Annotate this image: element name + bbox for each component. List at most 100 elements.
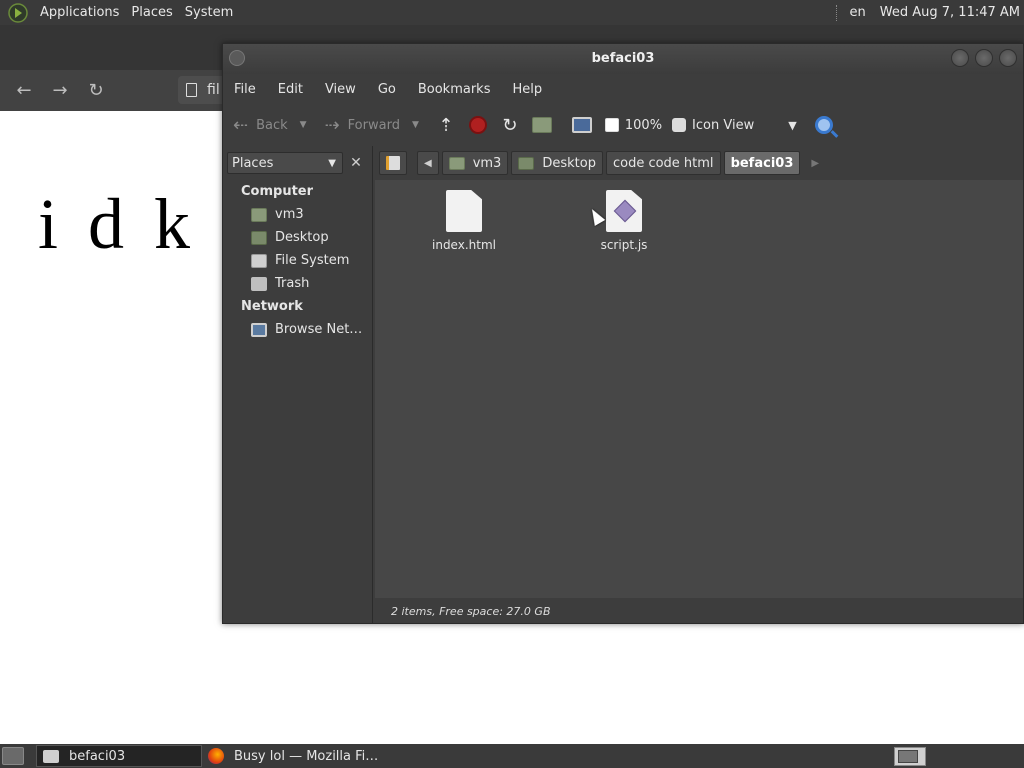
- show-desktop-icon[interactable]: [2, 747, 24, 765]
- location-bar: ◀ vm3 Desktop code code html befaci03 ▶: [379, 150, 1019, 176]
- menu-file[interactable]: File: [223, 82, 267, 97]
- breadcrumb-label: Desktop: [542, 155, 596, 171]
- window-menu-icon[interactable]: [229, 50, 245, 66]
- back-label: Back: [256, 117, 288, 133]
- taskbar-item-firefox[interactable]: Busy lol — Mozilla Fi…: [202, 745, 384, 767]
- close-button[interactable]: [999, 49, 1017, 67]
- sidebar-item-vm3[interactable]: vm3: [251, 207, 304, 222]
- home-folder-icon: [251, 207, 267, 222]
- file-manager-window: befaci03 File Edit View Go Bookmarks Hel…: [222, 43, 1024, 624]
- home-folder-icon: [448, 156, 465, 170]
- zoom-icon: [604, 118, 619, 132]
- sidebar-item-browse-network[interactable]: Browse Net…: [251, 322, 362, 337]
- sidebar-item-label: Desktop: [275, 230, 329, 245]
- search-icon: [814, 116, 833, 134]
- top-panel: Applications Places System en Wed Aug 7,…: [0, 0, 1024, 25]
- menu-places[interactable]: Places: [125, 0, 178, 25]
- reload-icon: ↻: [502, 114, 518, 136]
- breadcrumb-label: code code html: [612, 155, 714, 171]
- back-button[interactable]: ⇠ Back ▼: [233, 115, 307, 136]
- desktop-folder-icon: [518, 156, 535, 170]
- close-sidebar-icon[interactable]: ✕: [345, 152, 367, 174]
- sidebar-item-file-system[interactable]: File System: [251, 253, 349, 268]
- sidebar-type-combo[interactable]: Places ▼: [227, 152, 343, 174]
- reload-button[interactable]: ↻: [499, 114, 521, 136]
- home-button[interactable]: [531, 114, 553, 136]
- breadcrumb-code-code-html[interactable]: code code html: [605, 151, 721, 175]
- minimize-button[interactable]: [951, 49, 969, 67]
- forward-arrow-icon: ⇢: [324, 114, 340, 136]
- menu-go[interactable]: Go: [367, 82, 407, 97]
- up-button[interactable]: ⇡: [435, 114, 457, 136]
- stop-icon: [468, 116, 487, 134]
- sidebar-item-desktop[interactable]: Desktop: [251, 230, 329, 245]
- browser-url-text: fil: [207, 82, 220, 98]
- zoom-control[interactable]: 100%: [604, 118, 662, 133]
- sidebar-item-label: File System: [275, 253, 350, 268]
- forward-history-dropdown-icon[interactable]: ▼: [412, 120, 419, 130]
- home-folder-icon: [531, 117, 552, 133]
- up-arrow-icon: ⇡: [438, 114, 454, 136]
- file-name: index.html: [432, 238, 496, 252]
- maximize-button[interactable]: [975, 49, 993, 67]
- keyboard-layout-indicator[interactable]: en: [850, 5, 866, 20]
- javascript-file-icon: [606, 190, 642, 232]
- breadcrumb-label: vm3: [472, 155, 502, 171]
- distro-logo-icon[interactable]: [8, 2, 28, 23]
- menu-view[interactable]: View: [314, 82, 367, 97]
- file-item-script-js[interactable]: script.js: [574, 190, 674, 252]
- chevron-left-icon: ◀: [424, 157, 432, 169]
- trash-icon: [251, 276, 267, 291]
- search-button[interactable]: [813, 114, 835, 136]
- menu-system[interactable]: System: [179, 0, 239, 25]
- taskbar-item-befaci03[interactable]: befaci03: [36, 745, 202, 767]
- browser-back-icon[interactable]: ←: [6, 80, 42, 101]
- firefox-icon: [208, 748, 224, 764]
- edit-path-icon: [386, 156, 400, 170]
- taskbar-item-label: Busy lol — Mozilla Fi…: [234, 748, 379, 764]
- sidebar: Places ▼ ✕ Computer vm3 Desktop File Sys…: [223, 146, 373, 623]
- network-icon: [251, 322, 267, 337]
- sidebar-item-label: Browse Net…: [275, 322, 363, 337]
- panel-clock[interactable]: Wed Aug 7, 11:47 AM: [880, 5, 1020, 20]
- breadcrumb-befaci03[interactable]: befaci03: [723, 151, 801, 175]
- panel-separator: [835, 4, 838, 21]
- menu-applications[interactable]: Applications: [34, 0, 125, 25]
- toggle-location-entry-button[interactable]: [379, 151, 407, 175]
- back-history-dropdown-icon[interactable]: ▼: [300, 120, 307, 130]
- browser-forward-icon[interactable]: →: [42, 80, 78, 101]
- menu-bookmarks[interactable]: Bookmarks: [407, 82, 502, 97]
- sidebar-item-trash[interactable]: Trash: [251, 276, 309, 291]
- status-bar: 2 items, Free space: 27.0 GB: [375, 599, 1023, 623]
- view-mode-label: Icon View: [692, 117, 755, 133]
- chevron-right-icon[interactable]: ▶: [811, 158, 819, 169]
- breadcrumb-vm3[interactable]: vm3: [441, 151, 509, 175]
- menu-help[interactable]: Help: [501, 82, 553, 97]
- view-mode-icon: [672, 118, 687, 132]
- sidebar-type-label: Places: [232, 155, 274, 171]
- file-item-index-html[interactable]: index.html: [414, 190, 514, 252]
- computer-icon: [571, 117, 592, 133]
- workspace-window-thumbnail: [898, 750, 918, 763]
- html-file-icon: [446, 190, 482, 232]
- desktop-folder-icon: [251, 230, 267, 245]
- toolbar: ⇠ Back ▼ ⇢ Forward ▼ ⇡ ↻ 100% Icon View …: [223, 104, 1023, 146]
- forward-button[interactable]: ⇢ Forward ▼: [325, 115, 419, 136]
- file-view[interactable]: index.html script.js: [375, 180, 1023, 598]
- file-name: script.js: [600, 238, 648, 252]
- stop-button[interactable]: [467, 114, 489, 136]
- sidebar-item-label: Trash: [275, 276, 310, 291]
- view-mode-dropdown-icon[interactable]: ▼: [788, 119, 796, 132]
- sidebar-section-network: Network: [241, 299, 303, 314]
- menu-edit[interactable]: Edit: [267, 82, 314, 97]
- window-controls: [951, 49, 1017, 67]
- view-mode-select[interactable]: Icon View ▼: [672, 118, 797, 133]
- folder-icon: [43, 749, 59, 763]
- breadcrumb-scroll-left[interactable]: ◀: [417, 151, 439, 175]
- menubar: File Edit View Go Bookmarks Help: [223, 74, 1023, 104]
- breadcrumb-desktop[interactable]: Desktop: [511, 151, 603, 175]
- computer-button[interactable]: [571, 114, 593, 136]
- window-titlebar[interactable]: befaci03: [223, 44, 1023, 74]
- page-heading-text: i d k: [38, 184, 197, 264]
- browser-reload-icon[interactable]: ↻: [78, 80, 114, 101]
